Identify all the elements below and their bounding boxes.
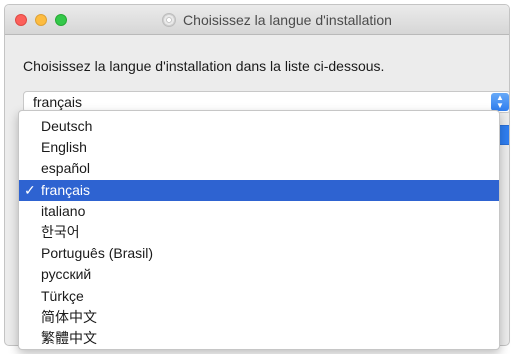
language-option[interactable]: русский: [19, 264, 499, 285]
language-dropdown-menu: Deutsch English español ✓ français italiano 한국…: [18, 110, 500, 350]
language-option[interactable]: 简体中文: [19, 307, 499, 328]
language-option-label: русский: [41, 266, 92, 283]
title-bar: Choisissez la langue d'installation: [5, 5, 509, 35]
language-option[interactable]: italiano: [19, 201, 499, 222]
language-option-label: español: [41, 160, 91, 177]
language-option-label: Deutsch: [41, 118, 93, 134]
language-option[interactable]: 繁體中文: [19, 328, 499, 349]
window-title: Choisissez la langue d'installation: [183, 12, 392, 28]
language-option-label: français: [41, 181, 91, 198]
chevron-down-icon: ▼: [496, 101, 504, 110]
language-option-label: Türkçe: [41, 287, 84, 304]
instruction-text: Choisissez la langue d'installation dans…: [23, 58, 385, 74]
language-option-label: italiano: [41, 202, 86, 219]
language-option[interactable]: Português (Brasil): [19, 243, 499, 264]
language-option-label: 한국어: [41, 223, 80, 240]
checkmark-icon: ✓: [24, 181, 36, 198]
language-option[interactable]: Deutsch: [19, 116, 499, 137]
language-option[interactable]: 한국어: [19, 222, 499, 243]
window-title-group: Choisissez la langue d'installation: [5, 5, 509, 35]
language-option[interactable]: Türkçe: [19, 286, 499, 307]
language-option[interactable]: español: [19, 158, 499, 179]
language-option-label: English: [41, 139, 87, 156]
language-option-label: Português (Brasil): [41, 245, 154, 262]
language-option-label: 简体中文: [41, 308, 97, 325]
disc-icon: [162, 13, 177, 27]
language-option-label: 繁體中文: [41, 329, 97, 346]
language-option[interactable]: English: [19, 137, 499, 158]
language-select-value: français: [33, 94, 83, 110]
language-option[interactable]: ✓ français: [19, 179, 499, 201]
select-stepper-icon[interactable]: ▲ ▼: [491, 93, 509, 111]
